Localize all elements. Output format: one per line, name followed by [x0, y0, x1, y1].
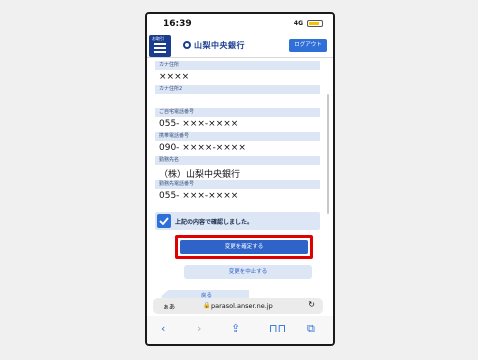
battery-icon	[307, 20, 323, 27]
share-icon[interactable]: ⇪	[231, 322, 240, 335]
scrollbar[interactable]	[327, 94, 329, 214]
logout-button[interactable]: ログアウト	[289, 39, 327, 52]
status-time: 16:39	[163, 19, 192, 29]
confirm-text: 上記の内容で確認しました。	[175, 219, 254, 226]
menu-icon	[154, 43, 166, 45]
bank-logo-icon	[183, 41, 191, 49]
field-value: ××××	[159, 72, 190, 82]
back-arrow-icon[interactable]: ‹	[161, 322, 165, 335]
forward-arrow-icon[interactable]: ›	[197, 322, 201, 335]
lock-icon: 🔒	[203, 302, 211, 309]
status-bar: 16:39 4G	[147, 14, 333, 34]
field-value: 055- ×××-××××	[159, 119, 239, 129]
field-label: ご自宅電話番号	[155, 108, 320, 117]
signal-indicator: 4G	[293, 20, 303, 27]
confirm-change-button[interactable]: 変更を確定する	[180, 240, 308, 254]
confirm-checkbox-row[interactable]: 上記の内容で確認しました。	[155, 212, 320, 230]
text-size-button[interactable]: ぁあ	[163, 302, 175, 311]
cancel-change-button[interactable]: 変更を中止する	[184, 265, 312, 279]
field-label: 勤務先電話番号	[155, 180, 320, 189]
tabs-icon[interactable]: ⧉	[307, 322, 315, 336]
field-label: 勤務先名	[155, 156, 320, 165]
menu-label: お取引	[152, 36, 164, 41]
field-label: 携帯電話番号	[155, 132, 320, 141]
phone-frame: 16:39 4G お取引 山梨中央銀行 ログアウト カナ住所 ×××× カナ住所…	[145, 12, 335, 346]
menu-icon-bar	[154, 47, 166, 49]
bookmarks-icon[interactable]: ⊓⊓	[269, 322, 286, 335]
field-label: カナ住所	[155, 61, 320, 70]
field-value: 055- ×××-××××	[159, 191, 239, 201]
browser-address-bar[interactable]: ぁあ 🔒 parasol.anser.ne.jp ↻	[153, 298, 323, 314]
screenshot-stage: 16:39 4G お取引 山梨中央銀行 ログアウト カナ住所 ×××× カナ住所…	[0, 0, 478, 360]
confirm-checkbox[interactable]	[157, 214, 171, 228]
reload-icon[interactable]: ↻	[308, 300, 315, 309]
url-text: parasol.anser.ne.jp	[211, 302, 273, 310]
field-value: （株）山梨中央銀行	[159, 170, 241, 180]
bank-name: 山梨中央銀行	[194, 41, 245, 50]
field-label: カナ住所2	[155, 85, 320, 94]
form-content: カナ住所 ×××× カナ住所2 ご自宅電話番号 055- ×××-×××× 携帯…	[155, 59, 327, 303]
browser-toolbar: ‹ › ⇪ ⊓⊓ ⧉	[147, 316, 333, 344]
checkmark-icon	[159, 217, 169, 225]
menu-button[interactable]: お取引	[149, 35, 171, 57]
menu-icon-bar	[154, 51, 166, 53]
field-value: 090- ××××-××××	[159, 143, 246, 153]
app-header: お取引 山梨中央銀行 ログアウト	[147, 34, 333, 58]
